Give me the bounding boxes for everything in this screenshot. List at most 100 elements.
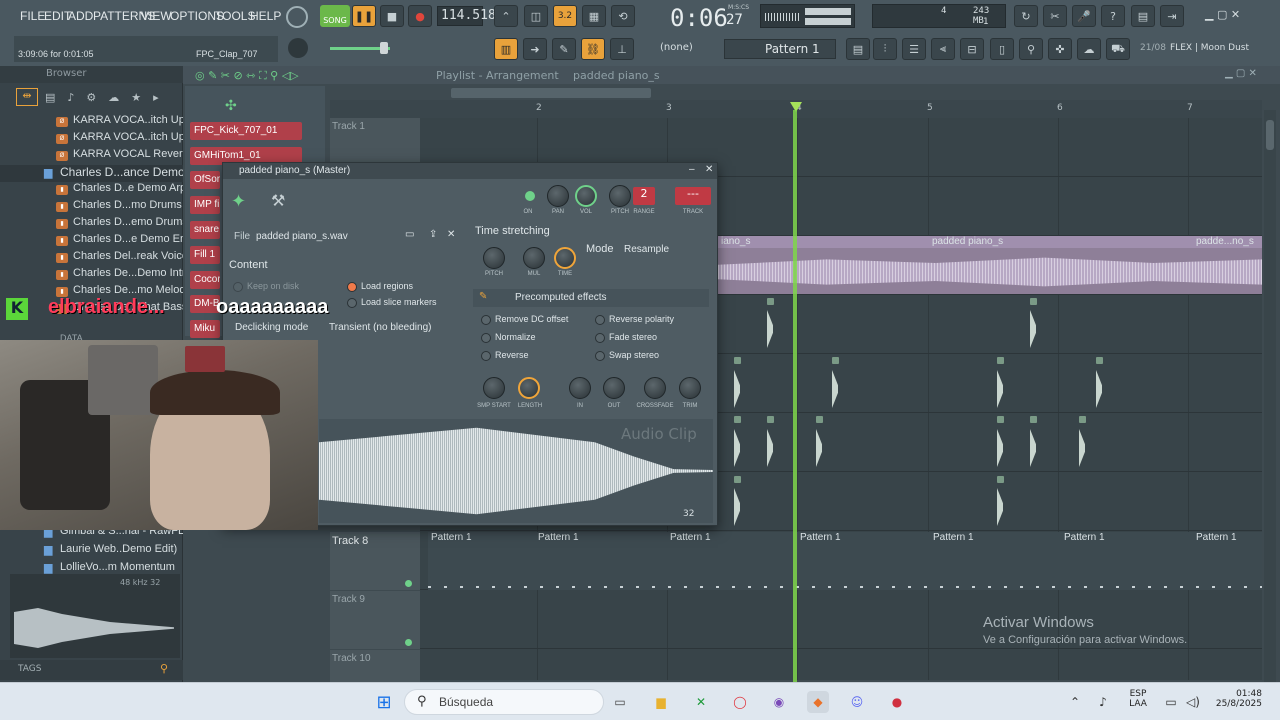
on-led[interactable] xyxy=(525,191,535,201)
menu-help[interactable]: HELP xyxy=(250,9,281,23)
discord-icon[interactable]: ☺ xyxy=(846,691,868,713)
undo-icon[interactable]: ↻ xyxy=(1014,5,1038,27)
master-volume-knob[interactable] xyxy=(286,6,308,28)
stamp-icon[interactable]: ⊥ xyxy=(610,38,634,60)
link-icon[interactable]: ⛓ xyxy=(581,38,605,60)
wait-input-icon[interactable]: ◫ xyxy=(524,5,548,27)
browser-folder[interactable]: ▆ Charles D...ance Demo xyxy=(0,165,185,182)
reverse-polarity-radio[interactable] xyxy=(595,315,605,325)
playlist-window-controls[interactable]: ▁ ▢ ✕ xyxy=(1225,68,1257,79)
close-icon[interactable]: ✕ xyxy=(705,164,713,175)
channel-rack-icon[interactable]: ⫶ xyxy=(873,38,897,60)
export-icon[interactable]: ⇥ xyxy=(1160,5,1184,27)
app-icon[interactable]: ◉ xyxy=(768,691,790,713)
plugin-titlebar[interactable]: padded piano_s (Master) – ✕ xyxy=(223,163,717,179)
countdown-icon[interactable]: 3.2 xyxy=(553,5,577,27)
browser-item[interactable]: Ø KARRA VOCA..itch Up 2 xyxy=(0,114,194,131)
mode-select[interactable]: Resample xyxy=(624,244,669,255)
browser-filter-icons[interactable]: ▤♪⚙☁★▸ xyxy=(45,91,175,105)
volume-slider-handle[interactable] xyxy=(380,42,388,54)
pan-knob[interactable] xyxy=(547,185,569,207)
news-text[interactable]: FLEX | Moon Dust xyxy=(1170,43,1249,53)
pattern-selector[interactable]: Pattern 1 xyxy=(724,39,836,59)
playlist-vscroll[interactable] xyxy=(1264,110,1276,682)
network-icon[interactable]: ▭ xyxy=(1160,691,1182,713)
declicking-select[interactable]: Transient (no bleeding) xyxy=(329,322,431,333)
ts-time-knob[interactable] xyxy=(554,247,576,269)
audio-clip-track[interactable]: iano_s padded piano_s padde...no_s xyxy=(718,236,1262,294)
remove-dc-radio[interactable] xyxy=(481,315,491,325)
track-value[interactable]: --- xyxy=(675,187,711,205)
channel-button[interactable]: FPC_Kick_707_01 xyxy=(190,122,302,140)
range-value[interactable]: 2 xyxy=(633,187,655,205)
wrench-icon[interactable]: ⚒ xyxy=(271,191,285,210)
task-view-icon[interactable]: ▭ xyxy=(609,691,631,713)
browser-item[interactable]: ▮ Charles D...emo Drums xyxy=(0,216,188,233)
sample-start-knob[interactable] xyxy=(483,377,505,399)
audio-clip-waveform[interactable]: Audio Clip 32 xyxy=(319,419,713,523)
file-name[interactable]: padded piano_s.wav xyxy=(256,231,348,242)
taskbar-search[interactable]: ⚲ Búsqueda xyxy=(404,689,604,715)
reload-icon[interactable]: ⇪ xyxy=(429,229,437,240)
browser-item[interactable]: ▮ Charles D...mo Drums 2 xyxy=(0,199,191,216)
pitch-knob[interactable] xyxy=(288,38,308,58)
in-knob[interactable] xyxy=(569,377,591,399)
search-icon[interactable]: ⚲ xyxy=(160,662,168,675)
channel-icon[interactable]: ⊟ xyxy=(960,38,984,60)
load-slice-markers-radio[interactable] xyxy=(347,298,357,308)
xbox-icon[interactable]: ✕ xyxy=(690,691,712,713)
metronome-icon[interactable]: ⌃ xyxy=(494,5,518,27)
clock[interactable]: 01:48 25/8/2025 xyxy=(1212,689,1262,709)
loop-record-icon[interactable]: ⟲ xyxy=(611,5,635,27)
channel-button[interactable]: OfSor xyxy=(190,171,220,189)
keep-on-disk-radio[interactable] xyxy=(233,282,243,292)
app-icon[interactable]: ● xyxy=(886,691,908,713)
normalize-radio[interactable] xyxy=(481,333,491,343)
browser-item[interactable]: ▮ Charles De...Demo Intro xyxy=(0,267,192,284)
stop-button[interactable]: ■ xyxy=(380,5,404,27)
track-header[interactable]: Track 10 xyxy=(330,650,420,682)
channel-button[interactable]: snare xyxy=(190,221,220,239)
opera-icon[interactable]: ◯ xyxy=(729,691,751,713)
browser-item[interactable]: ▮ Charles D..e Demo Arp xyxy=(0,182,186,199)
piano-roll-icon[interactable]: ☰ xyxy=(902,38,926,60)
cloud-icon[interactable]: ☁ xyxy=(1077,38,1101,60)
microphone-icon[interactable]: ♪ xyxy=(1092,691,1114,713)
song-mode-toggle[interactable]: SONG xyxy=(320,5,350,27)
reverse-radio[interactable] xyxy=(481,351,491,361)
browser-item[interactable]: Ø KARRA VOCAL Reversed xyxy=(0,148,200,165)
fl-studio-icon[interactable]: ◆ xyxy=(807,691,829,713)
record-button[interactable]: ● xyxy=(408,5,432,27)
playlist-view-icon[interactable]: ▤ xyxy=(846,38,870,60)
track-mute-led[interactable] xyxy=(405,639,412,646)
playlist-tools-icons[interactable]: ◎ ✎ ✂ ⊘ ⇿ ⛶ ⚲ ◁▷ xyxy=(195,69,299,83)
browser-folder[interactable]: ▆ Laurie Web..Demo Edit) xyxy=(0,543,183,560)
playlist-icon[interactable]: ▥ xyxy=(494,38,518,60)
arrow-right-icon[interactable]: ➜ xyxy=(523,38,547,60)
brush-icon[interactable]: ✎ xyxy=(552,38,576,60)
browser-item[interactable]: ▮ Charles D...e Demo End xyxy=(0,233,192,250)
remove-icon[interactable]: ✕ xyxy=(447,229,455,240)
browser-all-icon[interactable]: ⇹ xyxy=(16,88,38,106)
browser-item[interactable]: ▮ Charles Del..reak Voice xyxy=(0,250,188,267)
browser-item[interactable]: Ø KARRA VOCA..itch Up 3 xyxy=(0,131,194,148)
fade-stereo-radio[interactable] xyxy=(595,333,605,343)
project-icon[interactable]: ▯ xyxy=(990,38,1014,60)
out-knob[interactable] xyxy=(603,377,625,399)
pitch-knob[interactable] xyxy=(609,185,631,207)
menu-file[interactable]: FILE xyxy=(20,9,45,23)
mixer-icon[interactable]: ⫷ xyxy=(931,38,955,60)
channel-button[interactable]: Fill 1 xyxy=(190,246,220,264)
pattern-track[interactable]: Pattern 1 Pattern 1 Pattern 1 Pattern 1 … xyxy=(428,532,1262,590)
snap-selector[interactable]: (none) xyxy=(656,40,716,58)
help-icon[interactable]: ? xyxy=(1101,5,1125,27)
waveform-tab-icon[interactable]: ✦ xyxy=(231,191,246,212)
folder-open-icon[interactable]: ▭ xyxy=(405,229,414,240)
track-mute-led[interactable] xyxy=(405,580,412,587)
window-controls[interactable]: ▁ ▢ ✕ xyxy=(1205,8,1265,22)
wrench-icon[interactable]: ✜ xyxy=(1048,38,1072,60)
chevron-up-icon[interactable]: ⌃ xyxy=(1064,691,1086,713)
step-edit-icon[interactable]: ▦ xyxy=(582,5,606,27)
tools-icon[interactable]: ✂ xyxy=(1043,5,1067,27)
channel-button[interactable]: Cocor xyxy=(190,271,220,289)
